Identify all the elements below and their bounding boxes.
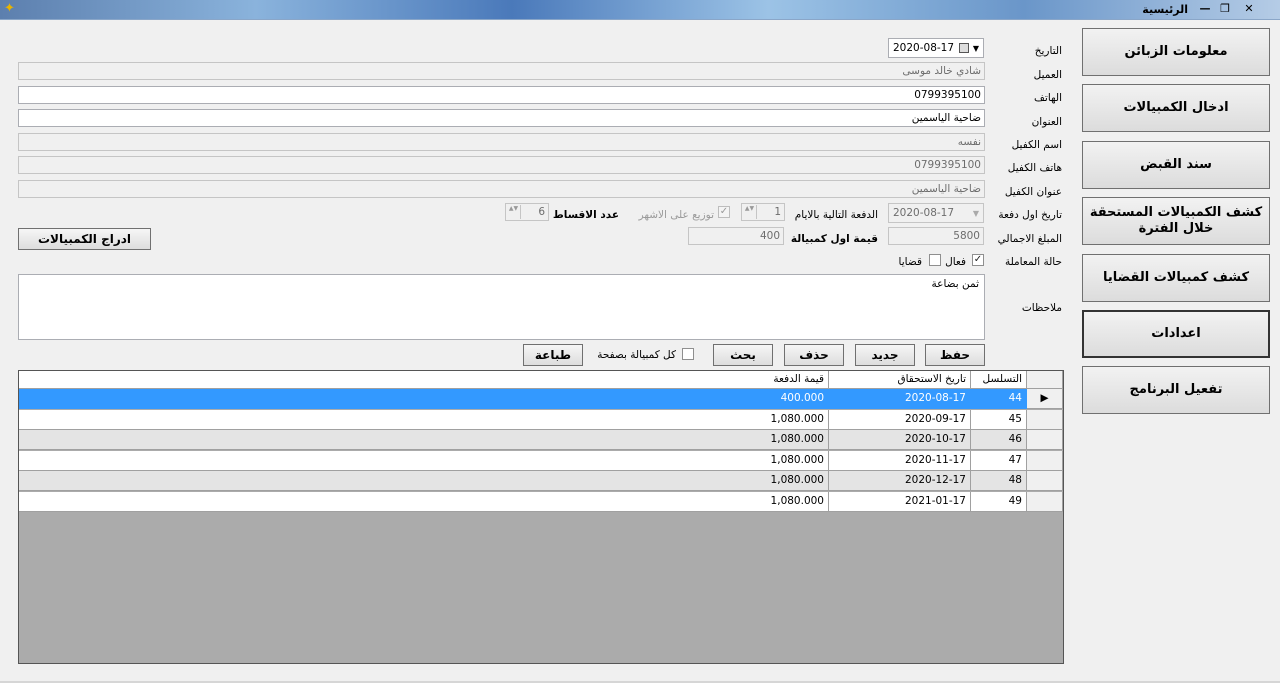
- customer-field[interactable]: شادي خالد موسى: [18, 62, 985, 80]
- nav-enter-bills-button[interactable]: ادخال الكمبيالات: [1082, 84, 1270, 132]
- cell-seq[interactable]: 46: [971, 430, 1027, 450]
- table-row[interactable]: 1,080.000 2020-09-17 45: [19, 409, 1063, 430]
- restore-icon[interactable]: ❐: [1216, 1, 1234, 17]
- guarantor-name-field[interactable]: نفسه: [18, 133, 985, 151]
- row-indicator-icon[interactable]: [1027, 491, 1063, 512]
- grid-header: قيمة الدفعة تاريخ الاستحقاق التسلسل: [19, 371, 1063, 391]
- table-row[interactable]: 1,080.000 2020-11-17 47: [19, 450, 1063, 471]
- cell-amount[interactable]: 1,080.000: [19, 409, 829, 430]
- dropdown-arrow-icon: ▼: [972, 44, 979, 53]
- next-payment-days-value: 1: [774, 206, 781, 218]
- cell-due-date[interactable]: 2020-08-17: [829, 389, 971, 409]
- guarantor-address-label: عنوان الكفيل: [1004, 186, 1062, 198]
- table-row[interactable]: 400.000 2020-08-17 44 ▶: [19, 389, 1063, 409]
- lawsuits-checkbox[interactable]: [929, 254, 941, 266]
- first-payment-date-value: 2020-08-17: [893, 207, 955, 219]
- lawsuits-label: قضايا: [898, 256, 922, 268]
- nav-receipt-button[interactable]: سند القبض: [1082, 141, 1270, 189]
- first-bill-field[interactable]: 400: [688, 227, 784, 245]
- installments-spinner[interactable]: ▲▼ 6: [505, 203, 549, 221]
- spin-arrows-icon[interactable]: ▲▼: [507, 205, 521, 219]
- header-seq[interactable]: التسلسل: [971, 371, 1027, 389]
- nav-due-bills-report-button[interactable]: كشف الكمبيالات المستحقة خلال الفترة: [1082, 197, 1270, 245]
- guarantor-phone-field[interactable]: 0799395100: [18, 156, 985, 174]
- cell-due-date[interactable]: 2021-01-17: [829, 491, 971, 512]
- customer-label: العميل: [1033, 69, 1062, 81]
- date-picker[interactable]: 2020-08-17 ▼: [888, 38, 984, 58]
- guarantor-address-field[interactable]: ضاحية الياسمين: [18, 180, 985, 198]
- cell-seq[interactable]: 48: [971, 471, 1027, 491]
- new-button[interactable]: جديد: [855, 344, 915, 366]
- monthly-distribution-checkbox[interactable]: ✓: [718, 206, 730, 218]
- cell-due-date[interactable]: 2020-09-17: [829, 409, 971, 430]
- close-icon[interactable]: ✕: [1240, 1, 1258, 17]
- guarantor-phone-label: هاتف الكفيل: [1007, 162, 1062, 174]
- table-row[interactable]: 1,080.000 2020-10-17 46: [19, 430, 1063, 450]
- row-indicator-icon[interactable]: [1027, 430, 1063, 450]
- cell-amount[interactable]: 1,080.000: [19, 430, 829, 450]
- monthly-distribution-label: توزيع على الاشهر: [638, 209, 714, 221]
- header-amount[interactable]: قيمة الدفعة: [19, 371, 829, 389]
- total-amount-label: المبلغ الاجمالي: [997, 233, 1062, 245]
- minimize-icon[interactable]: —: [1196, 1, 1214, 17]
- delete-button[interactable]: حذف: [784, 344, 844, 366]
- nav-customers-info-button[interactable]: معلومات الزبائن: [1082, 28, 1270, 76]
- address-label: العنوان: [1031, 116, 1062, 128]
- spin-arrows-icon[interactable]: ▲▼: [743, 205, 757, 219]
- next-payment-days-spinner[interactable]: ▲▼ 1: [741, 203, 785, 221]
- date-value: 2020-08-17: [893, 42, 955, 54]
- cell-amount[interactable]: 400.000: [19, 389, 829, 409]
- table-row[interactable]: 1,080.000 2021-01-17 49: [19, 491, 1063, 512]
- row-indicator-icon[interactable]: [1027, 450, 1063, 471]
- cell-due-date[interactable]: 2020-11-17: [829, 450, 971, 471]
- dropdown-arrow-icon: ▼: [972, 209, 979, 218]
- first-payment-date-picker[interactable]: 2020-08-17 ▼: [888, 203, 984, 223]
- calendar-icon: [959, 43, 969, 53]
- first-payment-date-label: تاريخ اول دفعة: [998, 209, 1062, 221]
- date-label: التاريخ: [1034, 45, 1062, 57]
- installments-label: عدد الاقساط: [552, 209, 619, 221]
- total-amount-field[interactable]: 5800: [888, 227, 984, 245]
- active-checkbox[interactable]: ✓: [972, 254, 984, 266]
- first-bill-label: قيمة اول كمبيالة: [790, 233, 878, 245]
- save-button[interactable]: حفظ: [925, 344, 985, 366]
- notes-textarea[interactable]: ثمن بضاعة: [18, 274, 985, 340]
- nav-settings-button[interactable]: اعدادات: [1082, 310, 1270, 358]
- cell-seq[interactable]: 45: [971, 409, 1027, 430]
- row-indicator-icon[interactable]: [1027, 409, 1063, 430]
- header-row-indicator: [1027, 371, 1063, 389]
- table-row[interactable]: 1,080.000 2020-12-17 48: [19, 471, 1063, 491]
- address-field[interactable]: ضاحية الياسمين: [18, 109, 985, 127]
- row-indicator-icon[interactable]: ▶: [1027, 389, 1063, 409]
- next-payment-days-label: الدفعة التالية بالايام: [794, 209, 878, 221]
- phone-label: الهاتف: [1034, 92, 1062, 104]
- nav-lawsuit-bills-report-button[interactable]: كشف كمبيالات القضايا: [1082, 254, 1270, 302]
- phone-field[interactable]: 0799395100: [18, 86, 985, 104]
- cell-seq[interactable]: 47: [971, 450, 1027, 471]
- status-label: حالة المعاملة: [1004, 256, 1062, 268]
- print-button[interactable]: طباعة: [523, 344, 583, 366]
- cell-amount[interactable]: 1,080.000: [19, 450, 829, 471]
- cell-due-date[interactable]: 2020-10-17: [829, 430, 971, 450]
- installments-value: 6: [538, 206, 545, 218]
- cell-seq[interactable]: 44: [971, 389, 1027, 409]
- search-button[interactable]: بحث: [713, 344, 773, 366]
- nav-activate-button[interactable]: تفعيل البرنامج: [1082, 366, 1270, 414]
- app-icon: ✦: [4, 1, 15, 16]
- cell-seq[interactable]: 49: [971, 491, 1027, 512]
- bill-per-page-checkbox[interactable]: [682, 348, 694, 360]
- insert-bills-button[interactable]: ادراج الكمبيالات: [18, 228, 151, 250]
- header-due-date[interactable]: تاريخ الاستحقاق: [829, 371, 971, 389]
- cell-amount[interactable]: 1,080.000: [19, 471, 829, 491]
- notes-label: ملاحظات: [1021, 302, 1062, 314]
- cell-amount[interactable]: 1,080.000: [19, 491, 829, 512]
- guarantor-name-label: اسم الكفيل: [1011, 139, 1062, 151]
- window-title: الرئيسية: [1142, 3, 1188, 16]
- bill-per-page-label: كل كمبيالة بصفحة: [597, 349, 676, 361]
- title-bar: ✦ الرئيسية — ❐ ✕: [0, 0, 1280, 20]
- cell-due-date[interactable]: 2020-12-17: [829, 471, 971, 491]
- bills-grid[interactable]: قيمة الدفعة تاريخ الاستحقاق التسلسل 400.…: [18, 370, 1064, 664]
- row-indicator-icon[interactable]: [1027, 471, 1063, 491]
